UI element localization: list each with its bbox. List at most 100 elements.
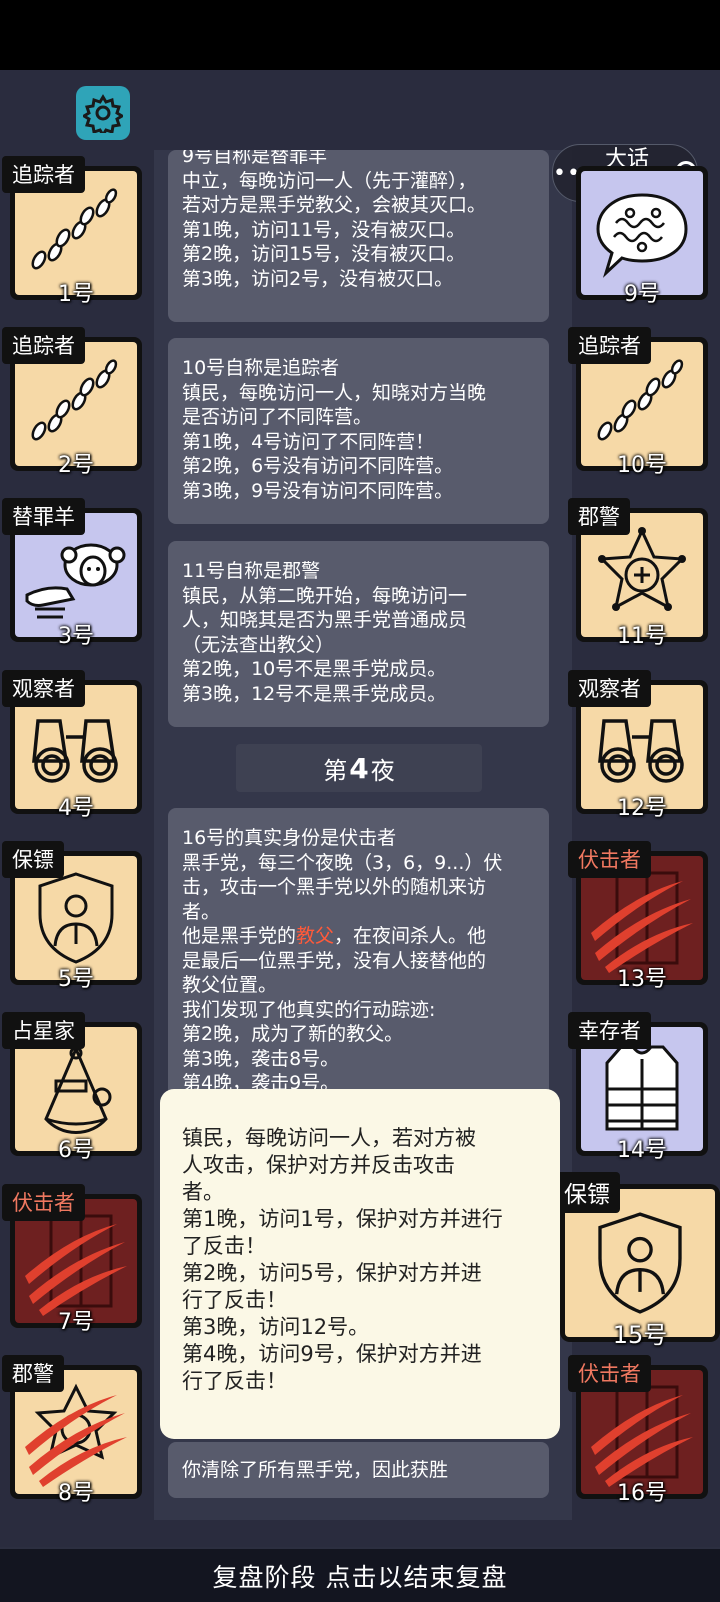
log-line: 第2晚，访问15号，没有被灭口。 [182, 243, 466, 265]
log-line: 11号自称是郡警 [182, 560, 321, 582]
player-number: 5号 [58, 967, 94, 992]
player-number: 12号 [617, 796, 667, 821]
player-card-13[interactable]: 伏击者 13号 [568, 841, 708, 992]
log-line: 镇民，每晚访问一人，知晓对方当晚 [182, 381, 487, 404]
popup-line: 第1晚，访问1号，保护对方并进行 [182, 1207, 503, 1231]
night-prefix: 第 [323, 756, 348, 785]
sheep-pointing-icon [25, 543, 126, 619]
log-line: 10号自称是追踪者 [182, 357, 340, 379]
role-label: 幸存者 [568, 1012, 651, 1049]
log-bubble-11: 11号自称是郡警 镇民，从第二晚开始，每晚访问一 人，知晓其是否为黑手党普通成员… [168, 541, 549, 727]
bodyguard-shield-icon [38, 872, 114, 964]
log-line: 中立，每晚访问一人（先于灌醉）， [182, 169, 477, 192]
log-line: 16号的真实身份是伏击者 [182, 827, 397, 849]
binoculars-icon [32, 719, 118, 783]
log-line: 人，知晓其是否为黑手党普通成员 [182, 609, 468, 631]
log-line: （无法查出教父） [182, 633, 335, 656]
claw-door-icon [591, 871, 693, 973]
settings-button[interactable] [76, 86, 130, 140]
role-label: 观察者 [2, 670, 85, 707]
player-card-1[interactable]: 追踪者 1号 [2, 156, 142, 307]
log-line: 第3晚，袭击8号。 [182, 1047, 340, 1070]
log-line: 击，攻击一个黑手党以外的随机来访 [182, 876, 487, 898]
role-label: 伏击者 [2, 1184, 85, 1221]
popup-line: 了反击！ [182, 1234, 266, 1258]
log-line: 我们发现了他真实的行动踪迹: [182, 998, 436, 1021]
player-card-3[interactable]: 替罪羊 3号 [2, 498, 142, 649]
log-line: 者。 [182, 900, 221, 923]
footprints-icon [31, 188, 118, 270]
popup-line: 镇民，每晚访问一人，若对方被 [182, 1126, 476, 1150]
bodyguard-shield-icon [598, 1212, 682, 1314]
role-label: 伏击者 [568, 1355, 651, 1392]
log-line: 黑手党，每三个夜晚（3，6，9...）伏 [182, 851, 503, 874]
victory-text: 你清除了所有黑手党，因此获胜 [182, 1459, 449, 1481]
log-bubble-9: 9号自称是替罪羊 中立，每晚访问一人（先于灌醉）， 若对方是黑手党教父，会被其灭… [168, 150, 549, 322]
player-number: 7号 [58, 1310, 94, 1335]
log-line: 第2晚，10号不是黑手党成员。 [182, 658, 447, 680]
player-card-12[interactable]: 观察者 12号 [568, 670, 708, 821]
player-card-4[interactable]: 观察者 4号 [2, 670, 142, 821]
role-label: 观察者 [568, 670, 651, 707]
player-number: 14号 [617, 1138, 667, 1163]
log-line: 镇民，从第二晚开始，每晚访问一 [182, 584, 468, 607]
night-header: 第 4 夜 [236, 744, 482, 792]
log-line: 第1晚，4号访问了不同阵营！ [182, 430, 435, 453]
log-bubble-10: 10号自称是追踪者 镇民，每晚访问一人，知晓对方当晚 是否访问了不同阵营。 第1… [168, 338, 549, 524]
player-card-5[interactable]: 保镖 5号 [2, 841, 142, 992]
log-line: 第3晚，9号没有访问不同阵营。 [182, 479, 454, 502]
night-suffix: 夜 [370, 756, 395, 785]
player-number: 4号 [58, 796, 94, 821]
log-line: 9号自称是替罪羊 [182, 150, 328, 167]
player-card-6[interactable]: 占星家 6号 [2, 1012, 142, 1163]
player-card-16[interactable]: 伏击者 16号 [568, 1355, 708, 1506]
player-card-14[interactable]: 幸存者 14号 [568, 1012, 708, 1163]
claw-door-icon [25, 1214, 127, 1316]
player-number: 2号 [58, 453, 94, 478]
role-label: 占星家 [2, 1012, 85, 1049]
popup-line: 第2晚，访问5号，保护对方并进 [182, 1261, 482, 1285]
role-label: 替罪羊 [2, 498, 85, 535]
player-card-11[interactable]: 郡警 11号 [568, 498, 708, 649]
vest-icon [605, 1045, 679, 1131]
player-number: 13号 [617, 967, 667, 992]
log-line: 教父位置。 [182, 974, 278, 996]
role-label: 郡警 [568, 498, 630, 535]
player-card-8[interactable]: 郡警 8号 [2, 1355, 142, 1506]
role-label: 保镖 [554, 1172, 620, 1213]
player-card-7[interactable]: 伏击者 7号 [2, 1184, 142, 1335]
role-label: 追踪者 [568, 327, 651, 364]
claw-door-icon [591, 1385, 693, 1487]
popup-line: 人攻击，保护对方并反击攻击 [182, 1153, 455, 1177]
sheriff-badge-icon [598, 527, 686, 611]
player-card-9[interactable]: 9号 [576, 166, 708, 307]
player-number: 10号 [617, 453, 667, 478]
player-card-2[interactable]: 追踪者 2号 [2, 327, 142, 478]
player-card-10[interactable]: 追踪者 10号 [568, 327, 708, 478]
role-label: 追踪者 [2, 156, 85, 193]
log-line: 是否访问了不同阵营。 [182, 406, 373, 428]
log-line: 是最后一位黑手党，没有人接替他的 [182, 949, 487, 972]
speech-scribble-icon [596, 193, 688, 278]
log-line: 第3晚，12号不是黑手党成员。 [182, 682, 447, 705]
popup-line: 行了反击！ [182, 1288, 287, 1312]
footprints-icon [597, 359, 684, 441]
end-review-button[interactable]: 复盘阶段 点击以结束复盘 [0, 1547, 720, 1602]
night-number: 4 [349, 751, 369, 785]
popup-line: 第4晚，访问9号，保护对方并进 [182, 1342, 482, 1366]
player-number: 9号 [624, 282, 660, 307]
log-line: 第2晚，成为了新的教父。 [182, 1023, 404, 1045]
player-number: 11号 [617, 624, 667, 649]
player-card-15-selected[interactable]: 保镖 15号 [554, 1172, 720, 1349]
popup-line: 第3晚，访问12号。 [182, 1315, 370, 1339]
player-number: 8号 [58, 1481, 94, 1506]
gear-icon [83, 94, 123, 133]
player-number: 16号 [617, 1481, 667, 1506]
footprints-icon [31, 359, 118, 441]
player-number: 6号 [58, 1138, 94, 1163]
player-detail-popup[interactable]: 镇民，每晚访问一人，若对方被 人攻击，保护对方并反击攻击 者。 第1晚，访问1号… [160, 1089, 560, 1439]
role-label: 保镖 [2, 841, 64, 878]
player-number: 15号 [612, 1321, 668, 1349]
status-bar [0, 0, 720, 70]
log-line: 若对方是黑手党教父，会被其灭口。 [182, 194, 487, 216]
